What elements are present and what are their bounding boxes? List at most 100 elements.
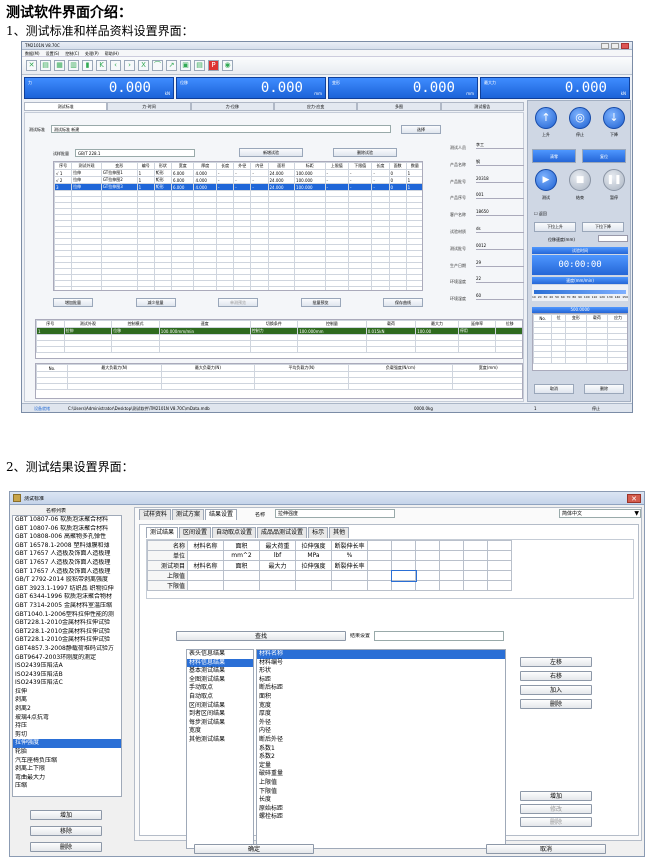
result-grid-empty[interactable] [390, 569, 417, 582]
tab-2[interactable]: 力-位移 [190, 102, 274, 111]
auto-return-checkbox[interactable]: ☐ 返回 [534, 211, 547, 216]
delete-test-button[interactable]: 删除试验 [333, 148, 397, 157]
result-grid-empty[interactable] [391, 560, 416, 571]
result-grid-empty[interactable] [367, 560, 392, 571]
sample-action-button-4[interactable]: 保存曲线 [383, 298, 423, 307]
category-item[interactable]: 材料信息结果 [187, 658, 253, 668]
speed-slider[interactable] [534, 290, 626, 294]
standard-list-item[interactable]: 拉伸 [13, 688, 121, 697]
result-grid-cell[interactable] [223, 580, 260, 591]
result-grid-cell[interactable]: % [331, 550, 368, 561]
result-grid-empty[interactable] [487, 570, 512, 581]
info-field-value[interactable]: 20318 [476, 176, 524, 183]
standard-list-item[interactable]: GBT 10808-006 高聚物多孔弹性 [13, 533, 121, 542]
standard-list-item[interactable]: GBT 10807-06 软质泡沫聚合材料 [13, 525, 121, 534]
settings-tab-2[interactable]: 结果设置 [205, 509, 238, 520]
close-icon[interactable]: ✕ [627, 494, 641, 503]
result-grid-empty[interactable] [367, 550, 392, 561]
column-item[interactable]: 下限值 [257, 788, 505, 797]
category-item[interactable]: 其他测试结果 [187, 736, 253, 745]
cancel-button[interactable]: 取消 [534, 384, 574, 394]
standard-list-item[interactable]: GBT 16578.1-2008 塑料薄膜和薄 [13, 542, 121, 551]
result-grid-cell[interactable]: 最大荷重 [259, 540, 296, 551]
category-list[interactable]: 表头信息结果 材料信息结果 基本测试结果 全图测试结果 手动取点 自动取点 区间测试结果 到者… [186, 649, 254, 849]
info-field-value[interactable]: 60 [476, 293, 524, 301]
reset-button[interactable]: 复位 [582, 149, 626, 163]
result-grid-cell[interactable]: 材料名称 [187, 540, 224, 551]
sample-action-button-3[interactable]: 批量预览 [300, 298, 341, 307]
result-sub-tab-2[interactable]: 自动取点设置 [212, 527, 257, 538]
standard-list-item[interactable]: GBT 10807-06 软质泡沫聚合材料 [13, 516, 121, 525]
info-field-value[interactable]: 钢 [476, 159, 524, 166]
table-row[interactable]: 3 拉伸 GT拉伸图3 1 矩形 6.000 4.000- - -24.000 100.000- -… [54, 183, 422, 191]
standard-list-item[interactable]: ISO2439压陷法A [13, 662, 121, 671]
add-standard-button[interactable]: 增加 [30, 810, 102, 820]
standard-list-item[interactable]: GBT228.1-2010金属材料拉伸试验 [13, 628, 121, 637]
standard-list-item[interactable]: 剥离 [13, 696, 121, 705]
info-field-value[interactable]: 001 [476, 192, 524, 200]
result-grid-cell[interactable]: 断裂伸长率 [331, 560, 368, 571]
column-item[interactable]: 标距 [257, 676, 505, 685]
pdf-icon[interactable]: P [208, 60, 219, 71]
category-item[interactable]: 表头信息结果 [187, 650, 253, 659]
standard-list-item[interactable]: GBT 17657 人造板及饰面人造板理 [13, 559, 121, 568]
down-fast-button[interactable]: 下拉上升 [534, 222, 576, 232]
column-item[interactable]: 上限值 [257, 779, 505, 788]
menu-item-2[interactable]: 控制(C) [65, 50, 79, 56]
table-row[interactable]: √ 2 拉伸 GT拉伸图2 1 矩形 6.000 4.000- - -24.000 100.000… [54, 176, 422, 184]
column-action-button-1[interactable]: 右移 [520, 671, 592, 681]
category-item[interactable]: 宽度 [187, 727, 253, 736]
item-action-button-1[interactable]: 修改 [520, 804, 592, 814]
category-item[interactable]: 区间测试结果 [187, 702, 253, 711]
export-icon[interactable]: ↗ [166, 60, 177, 71]
column-action-button-2[interactable]: 加入 [520, 685, 592, 695]
language-select[interactable]: 简体中文 ▼ [559, 509, 641, 518]
column-item[interactable]: 破碎重量 [257, 770, 505, 779]
tab-4[interactable]: 多图 [357, 102, 441, 111]
next-icon[interactable]: › [124, 60, 135, 71]
standard-list-item[interactable]: 剥离2 [13, 705, 121, 714]
result-grid-empty[interactable] [415, 550, 440, 561]
info-field-value[interactable]: 22 [476, 276, 524, 284]
result-grid-empty[interactable] [463, 560, 488, 571]
standard-list-item[interactable]: 拉伸强度 [13, 739, 121, 749]
result-grid-empty[interactable] [415, 570, 440, 581]
category-item[interactable]: 自动取点 [187, 693, 253, 702]
menu-item-0[interactable]: 数据(M) [25, 50, 40, 56]
info-field-value[interactable]: ds [476, 226, 524, 233]
standard-list-item[interactable]: GBT9647-2003环刚度的测定 [13, 654, 121, 663]
result-grid-cell[interactable]: mm^2 [223, 550, 260, 561]
prev-icon[interactable]: ‹ [110, 60, 121, 71]
category-item[interactable]: 到者区间结果 [187, 710, 253, 719]
ok-button[interactable]: 确定 [194, 844, 314, 854]
curve-icon[interactable]: ⌒ [152, 60, 163, 71]
standard-list-item[interactable]: 弯曲最大力 [13, 774, 121, 783]
result-grid-cell[interactable] [295, 580, 332, 591]
column-item[interactable]: 材料编号 [257, 659, 505, 668]
standard-list-item[interactable]: GBT 17657 人造板及饰面人造板理 [13, 568, 121, 577]
info-field-value[interactable]: 李工 [476, 142, 524, 149]
tab-5[interactable]: 测试报告 [440, 102, 524, 111]
result-grid-cell[interactable] [223, 570, 260, 581]
result-grid-cell[interactable] [187, 580, 224, 591]
column-item[interactable]: 材料名称 [257, 650, 505, 659]
find-button[interactable]: 查找 [176, 631, 346, 641]
column-item[interactable]: 断后外径 [257, 736, 505, 745]
table-row[interactable]: √ 1 拉伸 GT拉伸图1 1 矩形 6.000 4.000- - -24.000 100.000… [54, 169, 422, 177]
speed-input[interactable] [598, 235, 628, 242]
sample-action-button-2[interactable]: 单测预览 [218, 298, 258, 307]
delete-standard-button[interactable]: 删除 [30, 842, 102, 852]
result-grid-empty[interactable] [487, 580, 512, 591]
standard-list-item[interactable]: GBT228.1-2010金属材料拉伸试验 [13, 636, 121, 645]
standard-list[interactable]: GBT 10807-06 软质泡沫聚合材料 GBT 10807-06 软质泡沫聚合… [12, 515, 122, 797]
result-grid-cell[interactable] [187, 550, 224, 561]
column-item[interactable]: 系数1 [257, 745, 505, 754]
chart2-icon[interactable]: ▥ [68, 60, 79, 71]
column-item[interactable]: 螺栓标距 [257, 813, 505, 822]
play-icon[interactable]: ▶ [535, 169, 557, 191]
column-item[interactable]: 定量 [257, 762, 505, 771]
tab-1[interactable]: 力-时间 [107, 102, 191, 111]
result-grid-cell[interactable] [259, 580, 296, 591]
chart-icon[interactable]: ▦ [54, 60, 65, 71]
result-grid-cell[interactable] [331, 570, 368, 581]
